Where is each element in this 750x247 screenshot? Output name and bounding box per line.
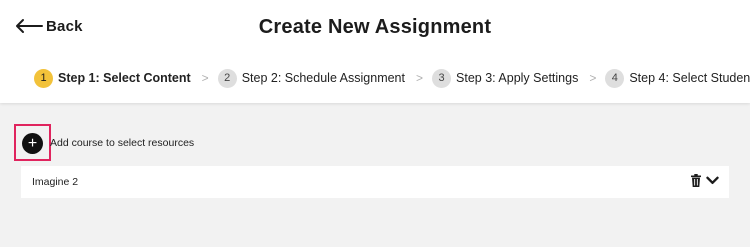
chevron-down-icon[interactable] <box>706 176 719 185</box>
step-number-badge: 1 <box>34 68 53 88</box>
header-bar: Back Create New Assignment 1 Step 1: Sel… <box>0 0 750 103</box>
step-label: Step 4: Select Students <box>629 71 750 85</box>
add-course-label: Add course to select resources <box>50 137 195 149</box>
step-separator-icon: > <box>589 71 597 85</box>
step-label: Step 1: Select Content <box>58 71 191 85</box>
plus-icon: + <box>27 134 38 152</box>
page-title: Create New Assignment <box>258 16 492 38</box>
step-select-students[interactable]: 4 Step 4: Select Students <box>605 68 750 88</box>
step-number-badge: 3 <box>432 68 452 88</box>
step-number-badge: 2 <box>217 68 237 88</box>
add-course-button[interactable]: + <box>22 133 43 154</box>
row-actions <box>691 174 719 187</box>
stepper: 1 Step 1: Select Content > 2 Step 2: Sch… <box>34 68 750 88</box>
step-number-badge: 4 <box>605 68 625 88</box>
step-separator-icon: > <box>201 71 209 85</box>
step-apply-settings[interactable]: 3 Step 3: Apply Settings <box>432 68 579 88</box>
step-schedule-assignment[interactable]: 2 Step 2: Schedule Assignment <box>217 68 405 88</box>
step-select-content[interactable]: 1 Step 1: Select Content <box>34 68 191 88</box>
step-label: Step 3: Apply Settings <box>456 71 579 85</box>
step-separator-icon: > <box>416 71 424 85</box>
course-name: Imagine 2 <box>32 176 79 188</box>
step-label: Step 2: Schedule Assignment <box>241 71 405 85</box>
course-row[interactable]: Imagine 2 <box>21 166 729 198</box>
trash-icon[interactable] <box>691 174 701 187</box>
